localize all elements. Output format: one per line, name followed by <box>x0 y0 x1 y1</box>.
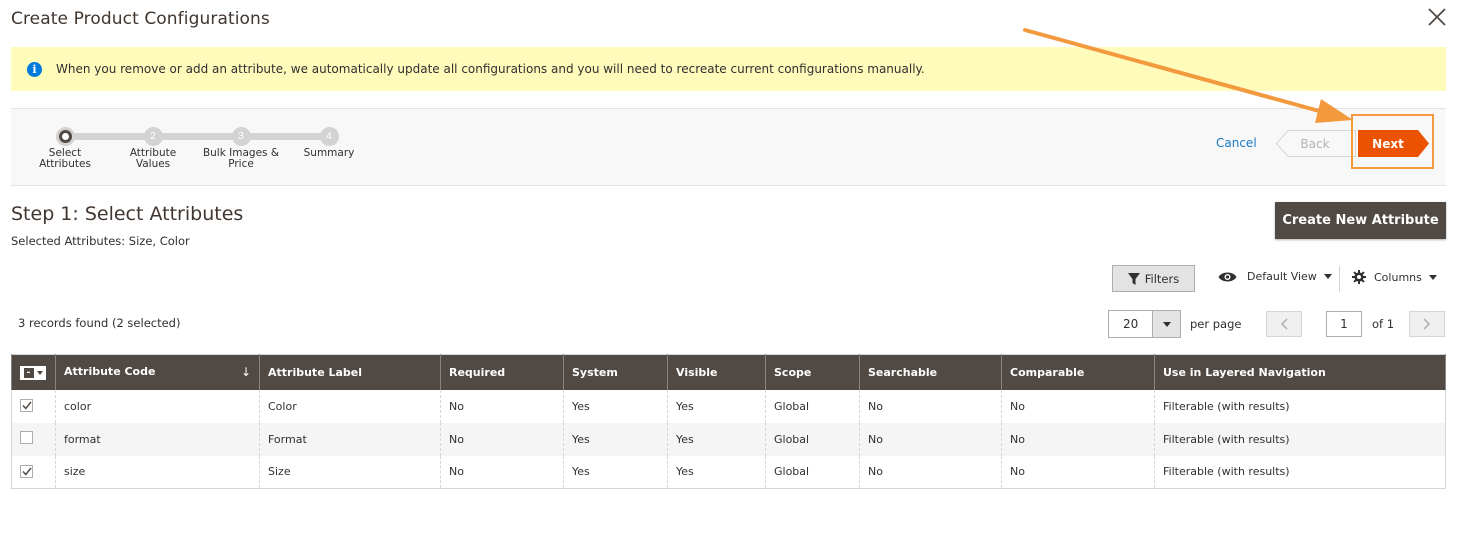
row-checkbox-cell[interactable] <box>11 389 56 423</box>
wizard-step-bulk-images-price[interactable]: 3 Bulk Images & Price <box>196 127 286 170</box>
table-row[interactable]: size Size No Yes Yes Global No No Filter… <box>11 455 1446 489</box>
chevron-down-icon <box>1428 274 1437 280</box>
mass-select-icon: - <box>23 368 34 378</box>
chevron-left-icon <box>1280 318 1288 330</box>
create-new-attribute-button[interactable]: Create New Attribute <box>1275 202 1446 239</box>
previous-page-button[interactable] <box>1266 311 1302 337</box>
step-indicator: 2 <box>143 127 163 146</box>
wizard-step-select-attributes[interactable]: Select Attributes <box>20 127 110 170</box>
cell-scope: Global <box>765 422 860 456</box>
next-page-button[interactable] <box>1409 311 1445 337</box>
cell-system: Yes <box>563 422 668 456</box>
step-heading: Step 1: Select Attributes <box>11 203 244 225</box>
info-icon: i <box>27 61 42 77</box>
cell-layered-navigation: Filterable (with results) <box>1154 455 1446 489</box>
sort-arrow-icon: ↓ <box>240 365 251 380</box>
cell-attribute-code: size <box>55 455 260 489</box>
row-checkbox[interactable] <box>20 431 33 444</box>
wizard-step-attribute-values[interactable]: 2 Attribute Values <box>108 127 198 170</box>
cell-searchable: No <box>859 422 1002 456</box>
cell-visible: Yes <box>667 455 766 489</box>
cell-comparable: No <box>1001 389 1155 423</box>
cell-system: Yes <box>563 455 668 489</box>
gear-icon <box>1352 270 1366 284</box>
page-size-toggle[interactable] <box>1152 311 1180 337</box>
mass-select-control[interactable]: - <box>20 366 46 380</box>
column-header-visible[interactable]: Visible <box>667 354 766 390</box>
row-checkbox[interactable] <box>20 464 33 478</box>
step-indicator: 4 <box>319 127 339 146</box>
attributes-grid: - Attribute Code ↓ Attribute Label Requir… <box>11 354 1446 489</box>
mass-select-header[interactable]: - <box>11 354 56 390</box>
total-pages-label: of 1 <box>1372 317 1395 331</box>
cell-attribute-label: Format <box>259 422 441 456</box>
cell-system: Yes <box>563 389 668 423</box>
cell-comparable: No <box>1001 455 1155 489</box>
per-page-label: per page <box>1190 317 1242 331</box>
checkmark-icon <box>21 467 32 476</box>
cell-attribute-code: color <box>55 389 260 423</box>
cell-attribute-label: Color <box>259 389 441 423</box>
table-row[interactable]: format Format No Yes Yes Global No No Fi… <box>11 422 1446 456</box>
cell-required: No <box>440 455 564 489</box>
default-view-dropdown[interactable]: Default View <box>1218 270 1332 283</box>
cell-required: No <box>440 422 564 456</box>
cell-searchable: No <box>859 389 1002 423</box>
step-indicator: 3 <box>231 127 251 146</box>
column-header-system[interactable]: System <box>563 354 668 390</box>
cancel-link[interactable]: Cancel <box>1216 136 1257 150</box>
filter-icon <box>1127 272 1140 285</box>
chevron-down-icon <box>1323 274 1332 279</box>
column-header-comparable[interactable]: Comparable <box>1001 354 1155 390</box>
notice-message: i When you remove or add an attribute, w… <box>11 47 1446 91</box>
page-size-select[interactable]: 20 <box>1108 310 1181 338</box>
wizard-step-summary[interactable]: 4 Summary <box>284 127 374 159</box>
column-header-attribute-label[interactable]: Attribute Label <box>259 354 441 390</box>
checkmark-icon <box>21 401 32 410</box>
selected-attributes-text: Selected Attributes: Size, Color <box>11 234 190 248</box>
row-checkbox-cell[interactable] <box>11 455 56 489</box>
step-indicator-active <box>55 127 75 146</box>
cell-attribute-label: Size <box>259 455 441 489</box>
filters-button[interactable]: Filters <box>1112 265 1195 292</box>
column-header-layered-navigation[interactable]: Use in Layered Navigation <box>1154 354 1446 390</box>
toolbar-divider <box>1339 266 1340 292</box>
table-row[interactable]: color Color No Yes Yes Global No No Filt… <box>11 389 1446 423</box>
records-found-count: 3 records found (2 selected) <box>18 316 181 330</box>
current-page-input[interactable] <box>1326 311 1362 337</box>
cell-searchable: No <box>859 455 1002 489</box>
cell-scope: Global <box>765 455 860 489</box>
cell-visible: Yes <box>667 422 766 456</box>
row-checkbox[interactable] <box>20 399 33 412</box>
notice-text: When you remove or add an attribute, we … <box>56 62 925 76</box>
column-header-required[interactable]: Required <box>440 354 564 390</box>
next-button[interactable]: Next <box>1358 130 1430 157</box>
chevron-down-icon <box>1162 321 1171 327</box>
close-icon[interactable] <box>1426 6 1448 28</box>
cell-required: No <box>440 389 564 423</box>
chevron-down-icon <box>36 371 43 375</box>
eye-icon <box>1218 272 1237 281</box>
cell-scope: Global <box>765 389 860 423</box>
row-checkbox-cell[interactable] <box>11 422 56 456</box>
columns-dropdown[interactable]: Columns <box>1352 270 1437 284</box>
column-header-searchable[interactable]: Searchable <box>859 354 1002 390</box>
cell-attribute-code: format <box>55 422 260 456</box>
cell-visible: Yes <box>667 389 766 423</box>
modal-title: Create Product Configurations <box>11 9 270 29</box>
cell-comparable: No <box>1001 422 1155 456</box>
back-button[interactable]: Back <box>1276 130 1356 157</box>
column-header-attribute-code[interactable]: Attribute Code ↓ <box>55 354 260 390</box>
cell-layered-navigation: Filterable (with results) <box>1154 389 1446 423</box>
grid-header-row: - Attribute Code ↓ Attribute Label Requir… <box>11 354 1446 390</box>
column-header-scope[interactable]: Scope <box>765 354 860 390</box>
cell-layered-navigation: Filterable (with results) <box>1154 422 1446 456</box>
chevron-right-icon <box>1423 318 1431 330</box>
